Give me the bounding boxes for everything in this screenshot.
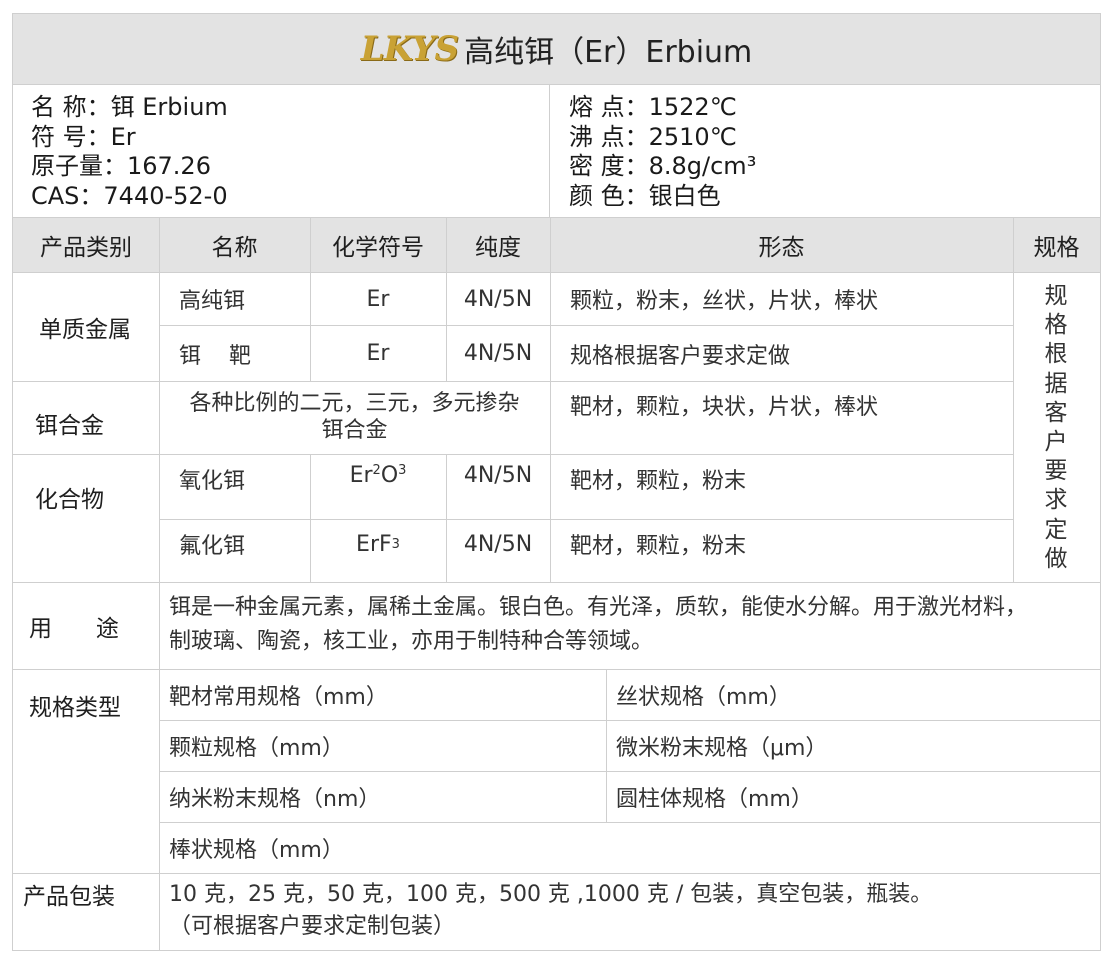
spec-granule: 颗粒规格（mm） (169, 736, 344, 761)
row5-name: 氟化铒 (179, 534, 246, 559)
spec-wire: 丝状规格（mm） (616, 685, 791, 710)
header-category: 产品类别 (40, 235, 132, 261)
info-density: 密 度：8.8g/cm³ (569, 152, 757, 180)
row1-form: 颗粒，粉末，丝状，片状，棒状 (570, 289, 879, 314)
info-boiling-point: 沸 点：2510℃ (569, 122, 737, 151)
row3-form: 靶材，颗粒，块状，片状，棒状 (570, 395, 879, 420)
row3-name-line2: 铒合金 (321, 418, 388, 443)
info-atomic-weight: 原子量：167.26 (31, 152, 211, 180)
group-compound: 化合物 (35, 487, 104, 513)
brand-logo: LKYS (360, 29, 459, 69)
spec-types-label: 规格类型 (29, 695, 121, 721)
spec-cylinder: 圆柱体规格（mm） (616, 787, 813, 812)
page-title: 高纯铒（Er）Erbium (464, 35, 753, 70)
spec-vertical-text: 规 格 根 据 客 户 要 求 定 做 (1044, 283, 1068, 572)
product-spec-sheet: LKYS 高纯铒（Er）Erbium 名 称：铒 Erbium 符 号：Er 原… (12, 13, 1101, 951)
info-name: 名 称：铒 Erbium (31, 93, 228, 121)
group-metal: 单质金属 (39, 317, 131, 343)
row1-name: 高纯铒 (179, 289, 246, 314)
row2-name: 铒 靶 (179, 343, 251, 369)
row5-purity: 4N/5N (463, 531, 533, 557)
row4-name: 氧化铒 (179, 469, 246, 494)
info-melting-point: 熔 点：1522℃ (569, 93, 737, 121)
row2-form: 规格根据客户要求定做 (570, 343, 791, 369)
header-purity: 纯度 (475, 235, 521, 261)
row5-form: 靶材，颗粒，粉末 (570, 534, 747, 559)
info-cas: CAS：7440-52-0 (31, 181, 228, 210)
group-alloy: 铒合金 (35, 413, 104, 439)
header-spec: 规格 (1033, 235, 1080, 261)
row1-purity: 4N/5N (463, 286, 533, 312)
header-form: 形态 (758, 235, 805, 261)
header-name: 名称 (211, 235, 258, 261)
usage-line2: 制玻璃、陶瓷，核工业，亦用于制特种合等领域。 (169, 629, 654, 654)
spec-nano-powder: 纳米粉末规格（nm） (169, 787, 381, 812)
row5-symbol: ErF 3 (356, 531, 400, 557)
usage-text: 铒是一种金属元素，属稀土金属。银白色。有光泽，质软，能使水分解。用于激光材料， … (169, 591, 1099, 659)
row3-name-line1: 各种比例的二元，三元，多元掺杂 (189, 391, 520, 416)
usage-line1: 铒是一种金属元素，属稀土金属。银白色。有光泽，质软，能使水分解。用于激光材料， (169, 595, 1028, 620)
row4-purity: 4N/5N (463, 463, 533, 488)
info-symbol: 符 号：Er (31, 122, 136, 151)
row3-name: 各种比例的二元，三元，多元掺杂 铒合金 (159, 390, 550, 444)
spec-rod: 棒状规格（mm） (169, 838, 344, 863)
header-symbol: 化学符号 (332, 235, 424, 261)
info-color: 颜 色：银白色 (569, 181, 721, 210)
title-bar: LKYS 高纯铒（Er）Erbium (13, 14, 1100, 84)
row2-symbol: Er (366, 341, 390, 366)
row1-symbol: Er (366, 286, 390, 312)
packaging-line2: （可根据客户要求定制包装） (169, 914, 456, 939)
packaging-text: 10 克，25 克，50 克，100 克，500 克 ,1000 克 / 包装，… (169, 879, 1099, 943)
spec-target: 靶材常用规格（mm） (169, 685, 388, 710)
packaging-label: 产品包装 (23, 884, 115, 910)
spec-micron-powder: 微米粉末规格（μm） (616, 736, 828, 761)
row2-purity: 4N/5N (463, 341, 533, 366)
packaging-line1: 10 克，25 克，50 克，100 克，500 克 ,1000 克 / 包装，… (169, 882, 933, 907)
usage-label: 用 途 (29, 616, 119, 642)
info-left: 名 称：铒 Erbium 符 号：Er 原子量：167.26 CAS：7440-… (31, 93, 228, 211)
row4-symbol: Er 2 O 3 (349, 463, 407, 488)
row4-form: 靶材，颗粒，粉末 (570, 469, 747, 494)
info-right: 熔 点：1522℃ 沸 点：2510℃ 密 度：8.8g/cm³ 颜 色：银白色 (569, 93, 756, 211)
